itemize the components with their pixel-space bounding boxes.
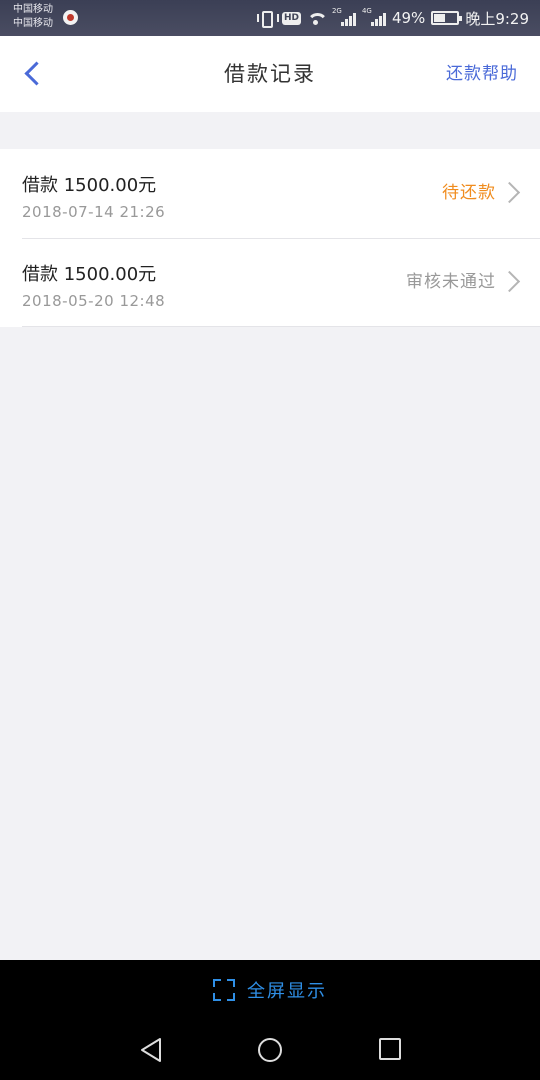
hd-icon: HD (281, 11, 301, 25)
carrier-icon (63, 10, 78, 25)
wifi-icon (306, 11, 326, 26)
carrier-label: 中国移动 (13, 4, 53, 15)
back-button[interactable] (18, 56, 50, 92)
battery-fill (434, 14, 446, 22)
signal-icon: 2G (331, 7, 356, 26)
system-nav-bar (0, 1020, 540, 1080)
loan-amount: 借款 1500.00元 (22, 264, 157, 285)
battery-icon (431, 11, 463, 25)
carrier-block: 中国移动 中国移动 (13, 3, 53, 31)
loan-status: 审核未通过 (406, 272, 496, 292)
nav-back-icon[interactable] (139, 1037, 163, 1063)
carrier-label: 中国移动 (13, 18, 53, 29)
chevron-right-icon (502, 185, 518, 201)
network-type-label: 2G (331, 7, 342, 15)
status-bar: 中国移动 中国移动 HD 2G 4G 49% 晚上9:29 (0, 0, 540, 36)
network-type-label: 4G (361, 7, 372, 15)
nav-home-icon[interactable] (258, 1038, 282, 1062)
screen: 中国移动 中国移动 HD 2G 4G 49% 晚上9:29 借款记录 还款帮助 … (0, 0, 540, 1080)
chevron-right-icon (502, 274, 518, 290)
vibrate-icon (256, 10, 279, 28)
battery-percent: 49% (391, 9, 426, 27)
repayment-help-link[interactable]: 还款帮助 (446, 36, 518, 112)
list-item[interactable]: 借款 1500.00元 2018-07-14 21:26 待还款 (0, 149, 540, 238)
status-icons: HD 2G 4G 49% 晚上9:29 (256, 7, 529, 28)
fullscreen-label: 全屏显示 (247, 981, 327, 1002)
fullscreen-bar: 全屏显示 (0, 960, 540, 1020)
list-item[interactable]: 借款 1500.00元 2018-05-20 12:48 审核未通过 (0, 238, 540, 327)
loan-status: 待还款 (442, 183, 496, 203)
divider (22, 326, 540, 327)
loan-record-list: 借款 1500.00元 2018-07-14 21:26 待还款 借款 1500… (0, 149, 540, 327)
nav-recent-icon[interactable] (379, 1038, 401, 1060)
loan-amount: 借款 1500.00元 (22, 175, 157, 196)
app-header: 借款记录 还款帮助 (0, 36, 540, 112)
fullscreen-button[interactable]: 全屏显示 (0, 960, 540, 1020)
loan-time: 2018-07-14 21:26 (22, 203, 166, 221)
loan-time: 2018-05-20 12:48 (22, 292, 166, 310)
expand-icon (213, 979, 235, 1001)
signal-icon: 4G (361, 7, 386, 26)
clock: 晚上9:29 (465, 9, 529, 28)
